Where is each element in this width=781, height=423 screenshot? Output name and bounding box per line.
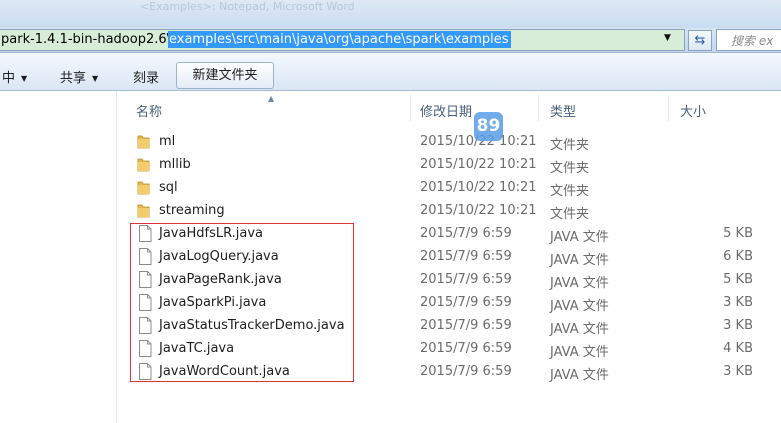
file-type: 文件夹 [550, 184, 590, 199]
file-type: JAVA 文件 [550, 322, 609, 337]
file-size: 3 KB [723, 364, 753, 379]
file-size: 6 KB [723, 249, 753, 264]
file-type: JAVA 文件 [550, 276, 609, 291]
file-type: JAVA 文件 [550, 253, 609, 268]
file-type: 文件夹 [550, 161, 590, 176]
file-date: 2015/7/9 6:59 [420, 249, 512, 264]
column-headers: 名称 修改日期 类型 大小 [117, 91, 781, 125]
address-row: park-1.4.1-bin-hadoop2.6\ examples\src\m… [0, 28, 781, 53]
column-header-date[interactable]: 修改日期 [420, 101, 472, 120]
toolbar-item-burn[interactable]: 刻录 [133, 67, 159, 86]
file-size: 5 KB [723, 272, 753, 287]
title-bar: <Examples>: Notepad, Microsoft Word [0, 0, 781, 28]
refresh-icon[interactable]: ⇆ [688, 30, 712, 51]
file-name: sql [159, 180, 178, 195]
column-header-type[interactable]: 类型 [550, 101, 576, 120]
file-date: 2015/7/9 6:59 [420, 364, 512, 379]
column-divider[interactable] [410, 95, 411, 121]
overlay-badge[interactable]: 89 [474, 112, 503, 141]
file-type: JAVA 文件 [550, 299, 609, 314]
chevron-down-icon: ▼ [21, 74, 28, 83]
file-type: JAVA 文件 [550, 230, 609, 245]
file-size: 4 KB [723, 341, 753, 356]
toolbar-item-label: 共享 [60, 71, 87, 86]
file-date: 2015/7/9 6:59 [420, 226, 512, 241]
toolbar-item-label: 刻录 [133, 71, 160, 86]
file-date: 2015/10/22 10:21 [420, 157, 537, 172]
folder-row[interactable]: streaming 2015/10/22 10:21 文件夹 [117, 200, 781, 223]
window-title: <Examples>: Notepad, Microsoft Word [140, 0, 355, 13]
file-name: mllib [159, 157, 191, 172]
navigation-pane[interactable] [0, 91, 117, 423]
column-divider[interactable] [668, 95, 669, 121]
file-type: JAVA 文件 [550, 368, 609, 383]
file-type: 文件夹 [550, 207, 590, 222]
address-bar[interactable]: park-1.4.1-bin-hadoop2.6\ examples\src\m… [0, 29, 685, 51]
folder-row[interactable]: ml 2015/10/22 10:21 文件夹 [117, 131, 781, 154]
chevron-down-icon: ▼ [92, 74, 99, 83]
file-type: 文件夹 [550, 138, 590, 153]
toolbar-item-share[interactable]: 共享 ▼ [60, 67, 98, 86]
file-date: 2015/7/9 6:59 [420, 295, 512, 310]
chevron-down-icon[interactable]: ▼ [664, 33, 671, 43]
file-date: 2015/7/9 6:59 [420, 272, 512, 287]
file-size: 3 KB [723, 295, 753, 310]
file-size: 5 KB [723, 226, 753, 241]
file-date: 2015/7/9 6:59 [420, 341, 512, 356]
column-divider[interactable] [538, 95, 539, 121]
file-name: streaming [159, 203, 225, 218]
address-selected-path[interactable]: examples\src\main\java\org\apache\spark\… [168, 31, 511, 48]
column-header-size[interactable]: 大小 [680, 101, 706, 120]
file-date: 2015/10/22 10:21 [420, 203, 537, 218]
search-input[interactable]: 搜索 ex [716, 29, 781, 51]
highlight-box [130, 223, 354, 382]
new-folder-button[interactable]: 新建文件夹 [176, 62, 274, 89]
toolbar-item-label: 中 [2, 71, 16, 86]
file-type: JAVA 文件 [550, 345, 609, 360]
folder-row[interactable]: sql 2015/10/22 10:21 文件夹 [117, 177, 781, 200]
file-date: 2015/7/9 6:59 [420, 318, 512, 333]
toolbar: 中 ▼ 共享 ▼ 刻录 新建文件夹 [0, 53, 781, 91]
folder-row[interactable]: mllib 2015/10/22 10:21 文件夹 [117, 154, 781, 177]
file-size: 3 KB [723, 318, 753, 333]
file-name: ml [159, 134, 176, 149]
address-prefix: park-1.4.1-bin-hadoop2.6\ [1, 32, 172, 47]
file-date: 2015/10/22 10:21 [420, 180, 537, 195]
search-placeholder: 搜索 ex [731, 34, 774, 48]
sort-ascending-icon: ▲ [268, 94, 275, 103]
column-header-name[interactable]: 名称 [136, 101, 162, 120]
toolbar-item-include[interactable]: 中 ▼ [2, 67, 27, 86]
